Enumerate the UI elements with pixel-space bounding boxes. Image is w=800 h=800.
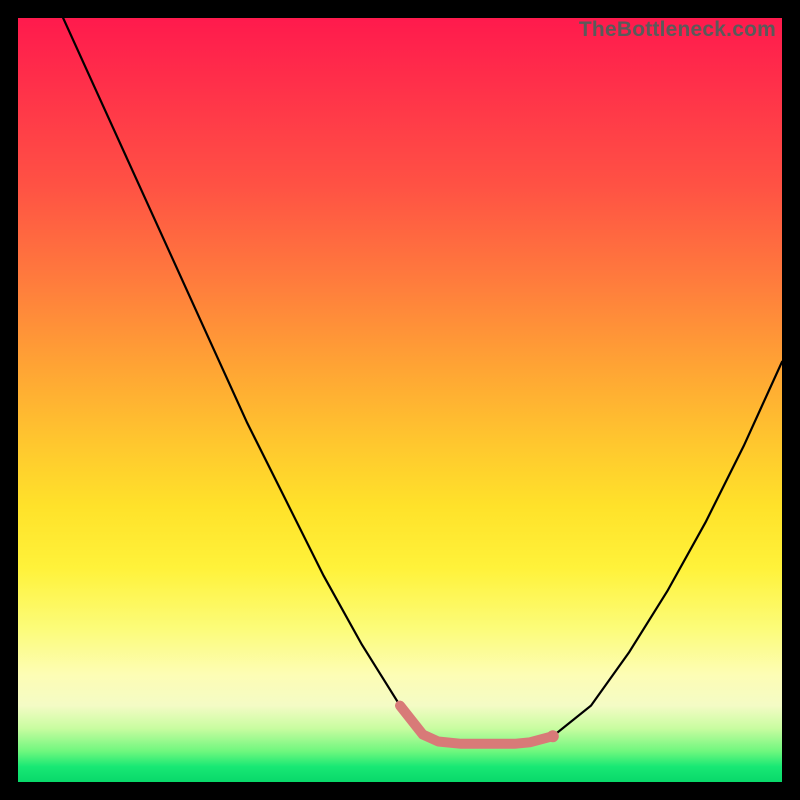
floor-highlight-path bbox=[400, 706, 553, 744]
floor-end-dot bbox=[547, 730, 559, 742]
bottleneck-curve-path bbox=[18, 0, 782, 744]
chart-frame: TheBottleneck.com bbox=[18, 18, 782, 782]
chart-svg bbox=[18, 18, 782, 782]
